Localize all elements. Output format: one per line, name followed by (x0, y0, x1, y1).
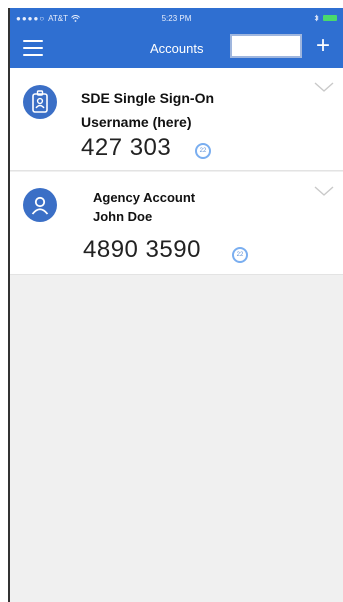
account-name: SDE Single Sign-On (81, 90, 215, 106)
hamburger-icon-line (23, 54, 43, 56)
chevron-down-icon[interactable] (313, 80, 335, 94)
page-title: Accounts (150, 41, 204, 56)
phone-screen: ●●●●○ AT&T 5:23 PM Accounts + SDE Single… (8, 8, 343, 602)
otp-code: 427 303 (81, 134, 172, 161)
otp-code: 4890 3590 (83, 236, 201, 263)
account-avatar (23, 85, 57, 119)
account-avatar (23, 188, 57, 222)
countdown-timer-icon: 22 (195, 143, 211, 159)
menu-button[interactable] (23, 40, 43, 56)
account-card[interactable]: SDE Single Sign-On Username (here) 427 3… (10, 68, 343, 171)
account-name: Agency Account (93, 190, 196, 205)
account-username: Username (here) (81, 114, 192, 130)
nav-bar: Accounts + (10, 28, 343, 68)
status-time: 5:23 PM (161, 13, 192, 23)
hamburger-icon-line (23, 40, 43, 42)
hamburger-icon-line (23, 47, 43, 49)
account-username: John Doe (93, 209, 153, 224)
user-icon (31, 196, 49, 215)
status-bar: ●●●●○ AT&T 5:23 PM (10, 8, 343, 28)
account-card[interactable]: Agency Account John Doe 4890 3590 22 (10, 172, 343, 275)
chevron-down-icon[interactable] (313, 184, 335, 198)
add-account-button[interactable]: + (316, 34, 330, 58)
redacted-box (230, 34, 302, 58)
countdown-timer-icon: 22 (232, 247, 248, 263)
badge-icon (32, 90, 48, 113)
